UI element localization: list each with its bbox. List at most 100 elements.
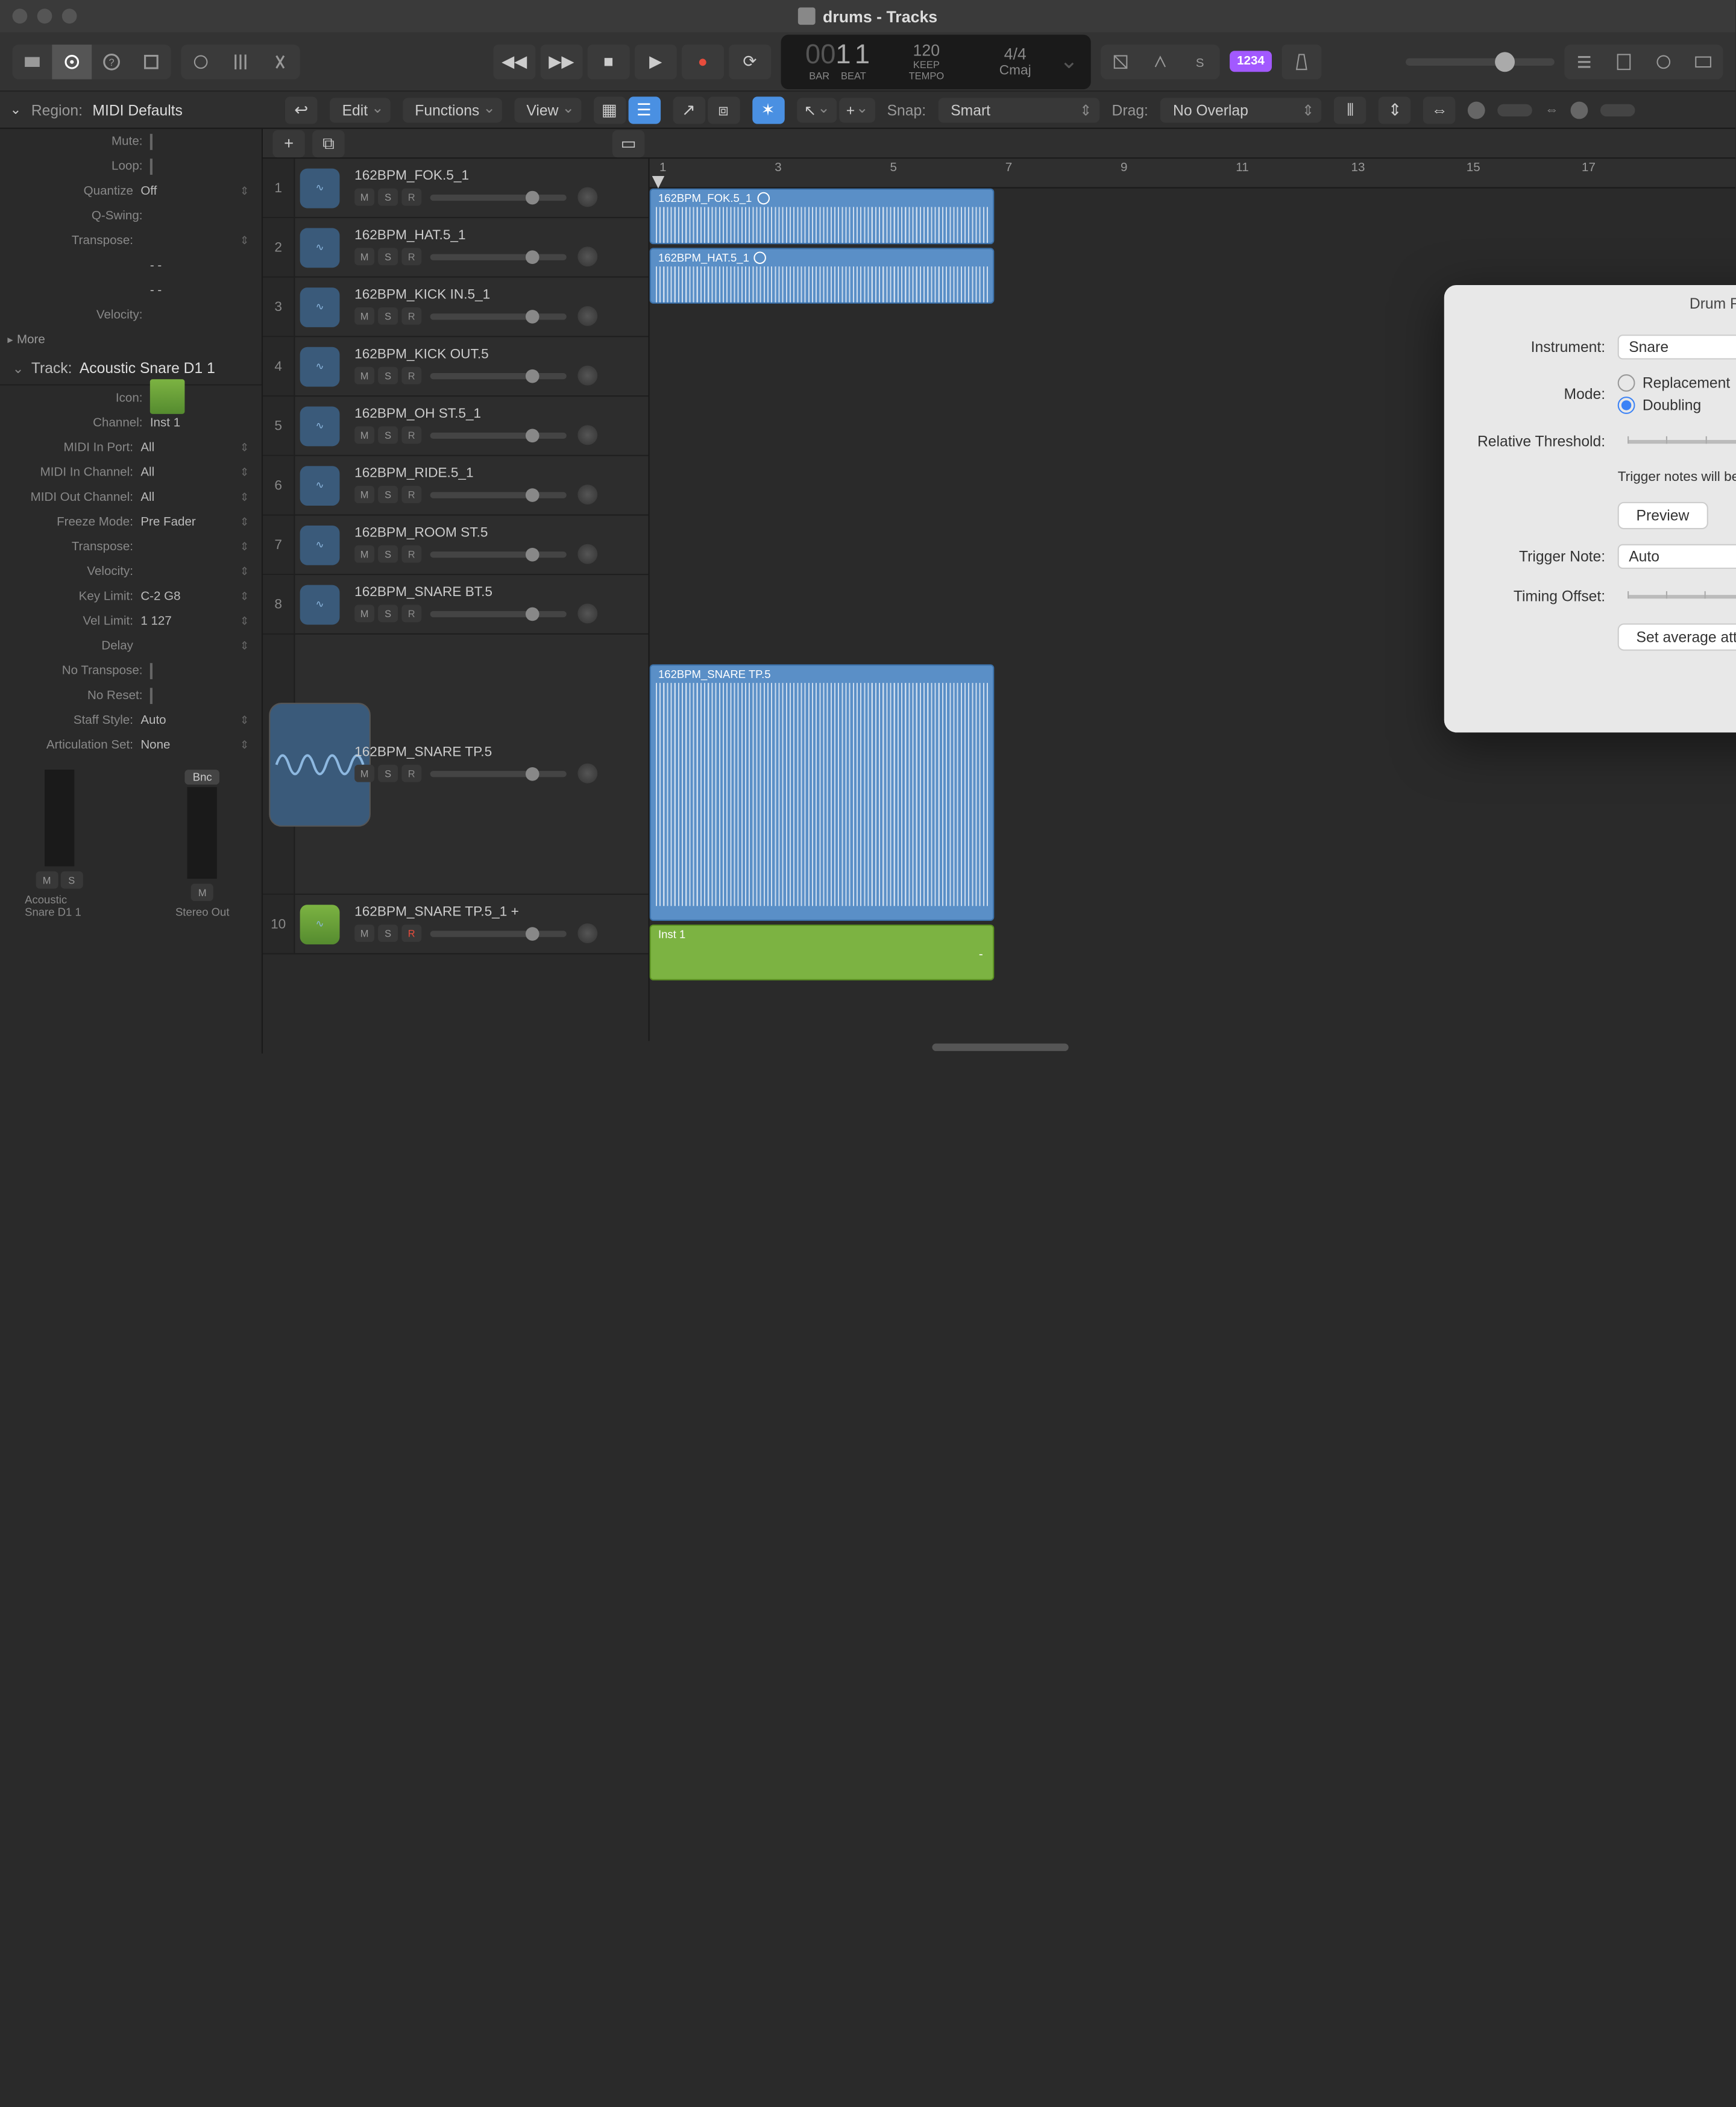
track-volume-slider[interactable]	[430, 372, 567, 378]
track-transpose-stepper[interactable]: ⇕	[240, 540, 250, 554]
playhead-icon[interactable]	[652, 176, 665, 189]
track-section-toggle[interactable]: ⌄	[13, 360, 24, 376]
notepad-icon[interactable]	[1604, 44, 1644, 79]
track-mute[interactable]: M	[354, 545, 374, 563]
quantize-value[interactable]: Off	[140, 184, 240, 198]
inspector-icon[interactable]	[52, 44, 92, 79]
track-row[interactable]: 3 ∿ 162BPM_KICK IN.5_1 M S R	[263, 278, 649, 338]
track-mute[interactable]: M	[354, 765, 374, 782]
track-volume-slider[interactable]	[430, 491, 567, 497]
key-limit-value[interactable]: C-2 G8	[140, 589, 240, 603]
horizontal-zoom-icon[interactable]: ⇔	[1423, 96, 1455, 123]
track-volume-slider[interactable]	[430, 313, 567, 319]
list-view-icon[interactable]: ☰	[628, 96, 660, 123]
no-transpose-checkbox[interactable]	[150, 662, 153, 679]
staff-value[interactable]: Auto	[140, 713, 240, 727]
track-row[interactable]: 6 ∿ 162BPM_RIDE.5_1 M S R	[263, 456, 649, 516]
track-row[interactable]: 8 ∿ 162BPM_SNARE BT.5 M S R	[263, 575, 649, 635]
zoom-lock-toggle[interactable]	[1468, 101, 1485, 119]
artic-value[interactable]: None	[140, 738, 240, 752]
artic-stepper[interactable]: ⇕	[240, 738, 250, 752]
edit-menu[interactable]: Edit	[330, 97, 390, 122]
track-pan-knob[interactable]	[577, 485, 597, 504]
close-window[interactable]	[13, 8, 28, 24]
track-record[interactable]: R	[401, 367, 421, 385]
track-volume-slider[interactable]	[430, 611, 567, 617]
list-editors-icon[interactable]	[1564, 44, 1604, 79]
no-reset-checkbox[interactable]	[150, 687, 153, 703]
track-pan-knob[interactable]	[577, 246, 597, 266]
midi-out-ch-stepper[interactable]: ⇕	[240, 490, 250, 504]
quantize-stepper[interactable]: ⇕	[240, 184, 250, 198]
threshold-slider[interactable]	[1628, 439, 1736, 443]
track-row[interactable]: 1 ∿ 162BPM_FOK.5_1 M S R	[263, 159, 649, 218]
pointer-tool[interactable]: ↖	[796, 97, 836, 122]
track-record[interactable]: R	[401, 486, 421, 503]
mixer-icon[interactable]	[221, 44, 260, 79]
track-pan-knob[interactable]	[577, 187, 597, 207]
preview-button[interactable]: Preview	[1618, 503, 1708, 530]
track-record[interactable]: R	[401, 248, 421, 265]
inspector-toggle-icon[interactable]: ⌄	[10, 102, 21, 118]
vertical-zoom-icon[interactable]: ⇕	[1379, 96, 1410, 123]
midi-in-ch-value[interactable]: All	[140, 465, 240, 479]
track-solo[interactable]: S	[378, 486, 398, 503]
solo-icon[interactable]: S	[1180, 44, 1220, 79]
vel-limit-stepper[interactable]: ⇕	[240, 614, 250, 628]
track-solo[interactable]: S	[378, 248, 398, 265]
track-row[interactable]: 10 ∿ 162BPM_SNARE TP.5_1 + M S R	[263, 895, 649, 955]
track-solo[interactable]: S	[378, 925, 398, 942]
track-pan-knob[interactable]	[577, 604, 597, 624]
offset-slider[interactable]	[1628, 595, 1736, 598]
track-solo[interactable]: S	[378, 605, 398, 623]
midi-in-port-value[interactable]: All	[140, 441, 240, 454]
bnc-badge[interactable]: Bnc	[185, 770, 219, 785]
track-record[interactable]: R	[401, 545, 421, 563]
minimize-window[interactable]	[37, 8, 52, 24]
track-record[interactable]: R	[401, 426, 421, 444]
library-icon[interactable]	[13, 44, 52, 79]
staff-stepper[interactable]: ⇕	[240, 713, 250, 727]
region[interactable]: 162BPM_SNARE TP.5	[650, 664, 995, 921]
track-volume-slider[interactable]	[430, 930, 567, 936]
view-menu[interactable]: View	[514, 97, 581, 122]
track-volume-slider[interactable]	[430, 254, 567, 260]
editors-icon[interactable]	[260, 44, 300, 79]
avg-attack-button[interactable]: Set average attack time	[1618, 624, 1736, 651]
forward-button[interactable]: ▶▶	[540, 44, 582, 79]
track-row[interactable]: 7 ∿ 162BPM_ROOM ST.5 M S R	[263, 515, 649, 575]
track-record[interactable]: R	[401, 925, 421, 942]
cycle-button[interactable]: ⟳	[729, 44, 771, 79]
track-solo[interactable]: S	[378, 189, 398, 206]
track-row[interactable]: 9 162BPM_SNARE TP.5 M S R	[263, 635, 649, 895]
track-solo[interactable]: S	[378, 367, 398, 385]
loops-icon[interactable]	[1644, 44, 1684, 79]
vel-limit-value[interactable]: 1 127	[140, 614, 240, 628]
track-solo[interactable]: S	[378, 307, 398, 325]
track-record[interactable]: R	[401, 765, 421, 782]
track-record[interactable]: R	[401, 307, 421, 325]
track-icon[interactable]	[150, 378, 185, 413]
duplicate-track-button[interactable]: ⧉	[312, 130, 344, 157]
track-row[interactable]: 4 ∿ 162BPM_KICK OUT.5 M S R	[263, 337, 649, 397]
track-pan-knob[interactable]	[577, 764, 597, 783]
secondary-tool[interactable]: +	[838, 97, 875, 122]
midi-tool-icon[interactable]: ✶	[752, 96, 784, 123]
region[interactable]: 162BPM_HAT.5_1	[650, 248, 995, 304]
hz-zoom-toggle[interactable]	[1571, 101, 1588, 119]
automation-icon[interactable]: ↗	[673, 96, 705, 123]
waveform-zoom-icon[interactable]: ⫴	[1334, 96, 1366, 123]
track-pan-knob[interactable]	[577, 366, 597, 386]
horizontal-scrollbar[interactable]	[263, 1041, 1735, 1054]
record-button[interactable]: ●	[682, 44, 724, 79]
grid-view-icon[interactable]: ▦	[593, 96, 625, 123]
output-mute[interactable]: M	[191, 884, 213, 901]
midi-out-ch-value[interactable]: All	[140, 490, 240, 504]
trigger-note-select[interactable]: Auto ⇅	[1618, 545, 1736, 570]
vertical-zoom-slider[interactable]	[1498, 104, 1533, 116]
track-pan-knob[interactable]	[577, 923, 597, 943]
track-mute[interactable]: M	[354, 248, 374, 265]
loop-checkbox[interactable]	[150, 158, 153, 174]
track-solo[interactable]: S	[378, 765, 398, 782]
channel-solo[interactable]: S	[60, 871, 83, 889]
